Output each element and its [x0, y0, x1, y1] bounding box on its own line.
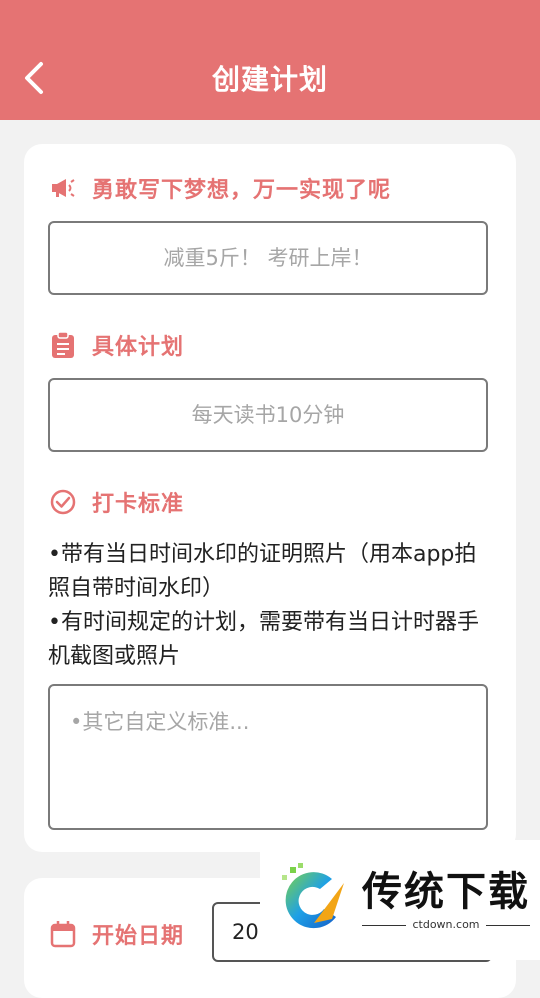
header-bar: 创建计划 [0, 0, 540, 120]
watermark-overlay: 传统下载 ctdown.com [260, 840, 540, 960]
standard-section-header: 打卡标准 [50, 486, 184, 518]
plan-input[interactable] [48, 378, 488, 452]
plan-section-label: 具体计划 [92, 335, 185, 360]
start-date-label: 开始日期 [92, 924, 185, 949]
dream-input[interactable] [48, 221, 488, 295]
start-date-header: 开始日期 [50, 918, 184, 950]
standard-section-label: 打卡标准 [92, 492, 185, 517]
page-title: 创建计划 [211, 63, 328, 96]
standard-line: •带有当日时间水印的证明照片（用本app拍照自带时间水印） [48, 542, 477, 601]
plan-form-card: 勇敢写下梦想，万一实现了呢 具体计划 打卡标准 •带有当日时间水印的证明照片（用… [24, 144, 516, 852]
dream-section-header: 勇敢写下梦想，万一实现了呢 [50, 172, 391, 204]
ctdown-logo-icon [282, 863, 344, 929]
standard-line: •有时间规定的计划，需要带有当日计时器手机截图或照片 [48, 610, 479, 669]
custom-standard-textarea[interactable] [48, 684, 488, 830]
start-date-value: 20 [232, 920, 259, 944]
watermark-url: ctdown.com [362, 918, 530, 931]
dream-section-label: 勇敢写下梦想，万一实现了呢 [92, 178, 392, 203]
megaphone-icon [50, 175, 76, 201]
clipboard-icon [50, 332, 76, 358]
plan-section-header: 具体计划 [50, 329, 184, 361]
calendar-icon [50, 921, 76, 948]
watermark-name: 传统下载 [362, 868, 530, 915]
check-circle-icon [50, 489, 76, 515]
standard-description: •带有当日时间水印的证明照片（用本app拍照自带时间水印） •有时间规定的计划，… [48, 538, 498, 674]
